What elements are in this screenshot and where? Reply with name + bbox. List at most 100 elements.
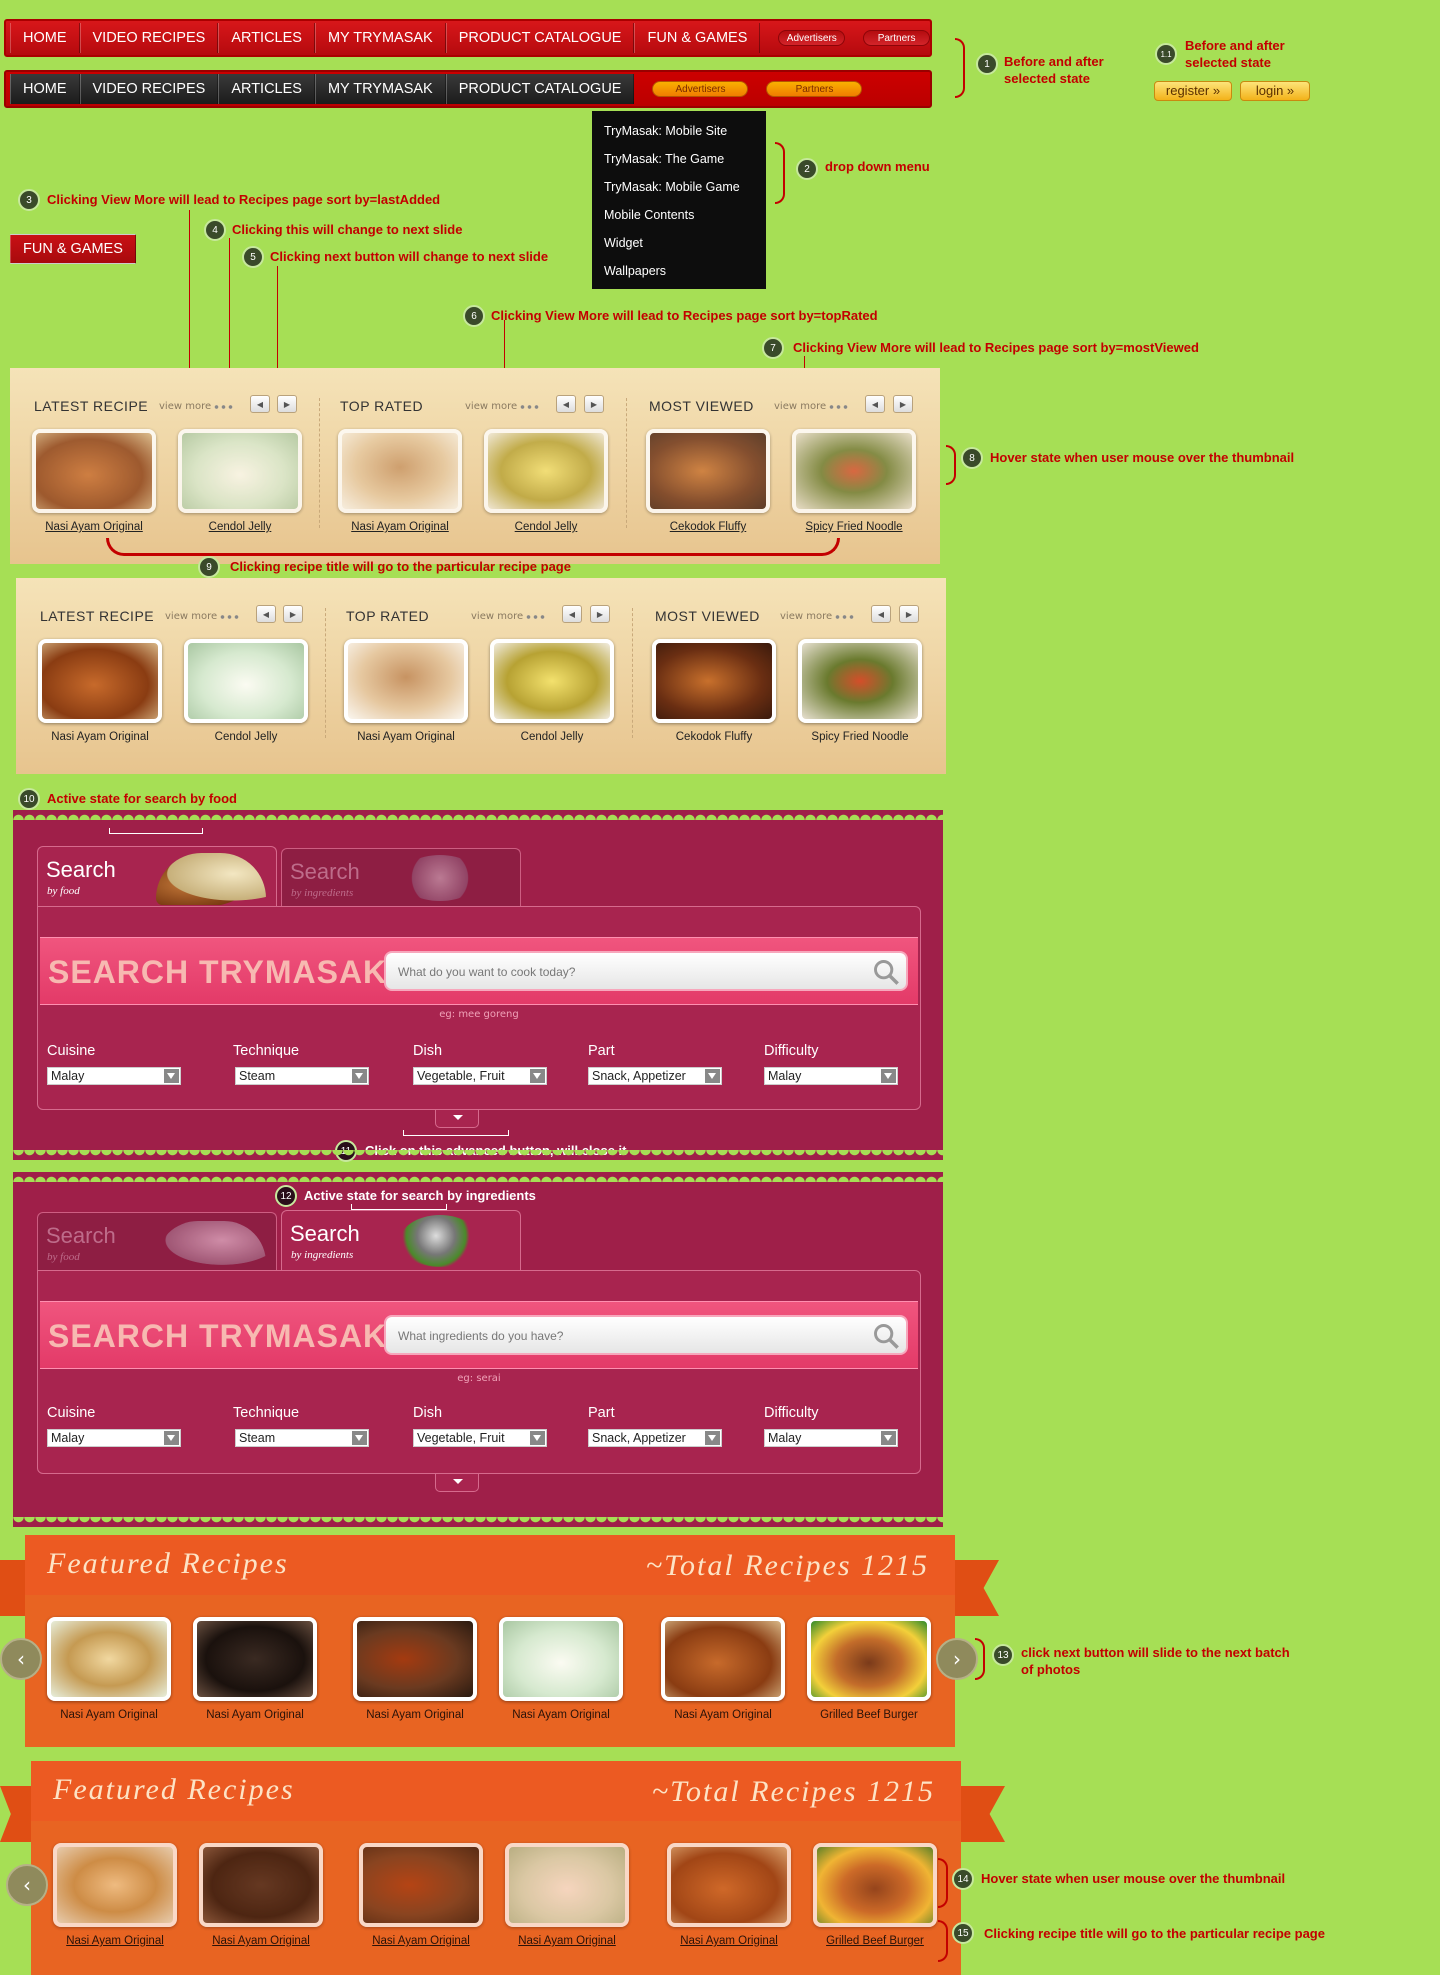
cuisine-select[interactable]: Malay xyxy=(47,1429,181,1447)
featured-recipe-title[interactable]: Grilled Beef Burger xyxy=(794,1709,944,1721)
dropdown-item[interactable]: TryMasak: Mobile Site xyxy=(592,117,766,145)
featured-thumbnail[interactable] xyxy=(807,1617,931,1701)
featured-recipe-title[interactable]: Nasi Ayam Original xyxy=(180,1709,330,1721)
advanced-toggle-button[interactable] xyxy=(435,1110,479,1128)
prev-button[interactable]: ◀ xyxy=(256,605,276,623)
tab-search-by-ingredients[interactable]: Search by ingredients xyxy=(281,1210,521,1270)
prev-button[interactable]: ◀ xyxy=(871,605,891,623)
recipe-title[interactable]: Cendol Jelly xyxy=(171,731,321,743)
featured-thumbnail[interactable] xyxy=(667,1843,791,1927)
prev-button[interactable]: ◀ xyxy=(562,605,582,623)
recipe-title-link[interactable]: Cekodok Fluffy xyxy=(633,521,783,533)
part-select[interactable]: Snack, Appetizer xyxy=(588,1067,722,1085)
search-icon[interactable] xyxy=(872,958,900,986)
next-button[interactable]: ▶ xyxy=(899,605,919,623)
advertisers-button[interactable]: Advertisers xyxy=(652,81,749,97)
nav-fun-games[interactable]: FUN & GAMES xyxy=(634,23,761,53)
tab-search-by-food[interactable]: Search by food xyxy=(37,846,277,906)
view-more-top-rated[interactable]: view more xyxy=(465,401,517,412)
prev-button[interactable]: ◀ xyxy=(250,395,270,413)
featured-recipe-title-link[interactable]: Nasi Ayam Original xyxy=(346,1935,496,1947)
featured-thumbnail[interactable] xyxy=(47,1617,171,1701)
featured-thumbnail[interactable] xyxy=(353,1617,477,1701)
recipe-thumbnail[interactable] xyxy=(490,639,614,723)
part-select[interactable]: Snack, Appetizer xyxy=(588,1429,722,1447)
recipe-thumbnail[interactable] xyxy=(338,429,462,513)
search-input[interactable]: What do you want to cook today? xyxy=(384,951,908,991)
view-more-most-viewed[interactable]: view more xyxy=(780,611,832,622)
dish-select[interactable]: Vegetable, Fruit xyxy=(413,1067,547,1085)
slide-dots[interactable] xyxy=(519,405,541,409)
nav-home[interactable]: HOME xyxy=(10,74,80,104)
nav-my-trymasak[interactable]: MY TRYMASAK xyxy=(314,74,446,104)
recipe-thumbnail[interactable] xyxy=(32,429,156,513)
view-more-latest[interactable]: view more xyxy=(165,611,217,622)
prev-button[interactable]: ◀ xyxy=(556,395,576,413)
view-more-most-viewed[interactable]: view more xyxy=(774,401,826,412)
slide-dots[interactable] xyxy=(525,615,547,619)
featured-thumbnail[interactable] xyxy=(505,1843,629,1927)
next-button[interactable]: ▶ xyxy=(584,395,604,413)
slide-dots[interactable] xyxy=(828,405,850,409)
advanced-toggle-button[interactable] xyxy=(435,1474,479,1492)
nav-product-catalogue[interactable]: PRODUCT CATALOGUE xyxy=(445,23,635,53)
next-button[interactable]: ▶ xyxy=(283,605,303,623)
featured-recipe-title-link[interactable]: Nasi Ayam Original xyxy=(40,1935,190,1947)
nav-home[interactable]: HOME xyxy=(10,23,80,53)
recipe-thumbnail[interactable] xyxy=(792,429,916,513)
nav-video-recipes[interactable]: VIDEO RECIPES xyxy=(79,74,219,104)
recipe-thumbnail[interactable] xyxy=(178,429,302,513)
featured-recipe-title[interactable]: Nasi Ayam Original xyxy=(648,1709,798,1721)
next-button[interactable]: ▶ xyxy=(893,395,913,413)
cuisine-select[interactable]: Malay xyxy=(47,1067,181,1085)
difficulty-select[interactable]: Malay xyxy=(764,1429,898,1447)
search-icon[interactable] xyxy=(872,1322,900,1350)
partners-button[interactable]: Partners xyxy=(863,30,930,46)
next-button[interactable]: ▶ xyxy=(277,395,297,413)
next-arrow-button[interactable]: › xyxy=(936,1638,978,1680)
recipe-title[interactable]: Nasi Ayam Original xyxy=(331,731,481,743)
slide-dots[interactable] xyxy=(834,615,856,619)
recipe-thumbnail[interactable] xyxy=(484,429,608,513)
slide-dots[interactable] xyxy=(219,615,241,619)
recipe-title[interactable]: Cekodok Fluffy xyxy=(639,731,789,743)
view-more-latest[interactable]: view more xyxy=(159,401,211,412)
recipe-title-link[interactable]: Spicy Fried Noodle xyxy=(779,521,929,533)
dropdown-item[interactable]: Widget xyxy=(592,229,766,257)
prev-arrow-button[interactable]: ‹ xyxy=(0,1638,42,1680)
featured-recipe-title-link[interactable]: Grilled Beef Burger xyxy=(800,1935,950,1947)
dropdown-item[interactable]: Mobile Contents xyxy=(592,201,766,229)
featured-thumbnail[interactable] xyxy=(499,1617,623,1701)
featured-recipe-title[interactable]: Nasi Ayam Original xyxy=(486,1709,636,1721)
nav-video-recipes[interactable]: VIDEO RECIPES xyxy=(79,23,219,53)
featured-thumbnail[interactable] xyxy=(813,1843,937,1927)
recipe-thumbnail[interactable] xyxy=(344,639,468,723)
featured-recipe-title[interactable]: Nasi Ayam Original xyxy=(340,1709,490,1721)
featured-thumbnail[interactable] xyxy=(199,1843,323,1927)
prev-arrow-button[interactable]: ‹ xyxy=(6,1864,48,1906)
featured-thumbnail[interactable] xyxy=(53,1843,177,1927)
featured-thumbnail[interactable] xyxy=(193,1617,317,1701)
slide-dots[interactable] xyxy=(213,405,235,409)
featured-thumbnail[interactable] xyxy=(661,1617,785,1701)
featured-recipe-title-link[interactable]: Nasi Ayam Original xyxy=(492,1935,642,1947)
dropdown-item[interactable]: TryMasak: Mobile Game xyxy=(592,173,766,201)
featured-recipe-title-link[interactable]: Nasi Ayam Original xyxy=(654,1935,804,1947)
nav-fun-games[interactable]: FUN & GAMES xyxy=(10,234,136,264)
recipe-title-link[interactable]: Nasi Ayam Original xyxy=(19,521,169,533)
nav-my-trymasak[interactable]: MY TRYMASAK xyxy=(314,23,446,53)
recipe-title-link[interactable]: Nasi Ayam Original xyxy=(325,521,475,533)
recipe-title[interactable]: Cendol Jelly xyxy=(477,731,627,743)
featured-recipe-title-link[interactable]: Nasi Ayam Original xyxy=(186,1935,336,1947)
tab-search-by-food[interactable]: Search by food xyxy=(37,1212,277,1272)
register-button[interactable]: register » xyxy=(1154,81,1232,101)
dropdown-item[interactable]: Wallpapers xyxy=(592,257,766,285)
advertisers-button[interactable]: Advertisers xyxy=(778,30,846,46)
dish-select[interactable]: Vegetable, Fruit xyxy=(413,1429,547,1447)
featured-recipe-title[interactable]: Nasi Ayam Original xyxy=(34,1709,184,1721)
recipe-thumbnail[interactable] xyxy=(38,639,162,723)
nav-articles[interactable]: ARTICLES xyxy=(218,74,315,104)
prev-button[interactable]: ◀ xyxy=(865,395,885,413)
technique-select[interactable]: Steam xyxy=(235,1067,369,1085)
search-input[interactable]: What ingredients do you have? xyxy=(384,1315,908,1355)
